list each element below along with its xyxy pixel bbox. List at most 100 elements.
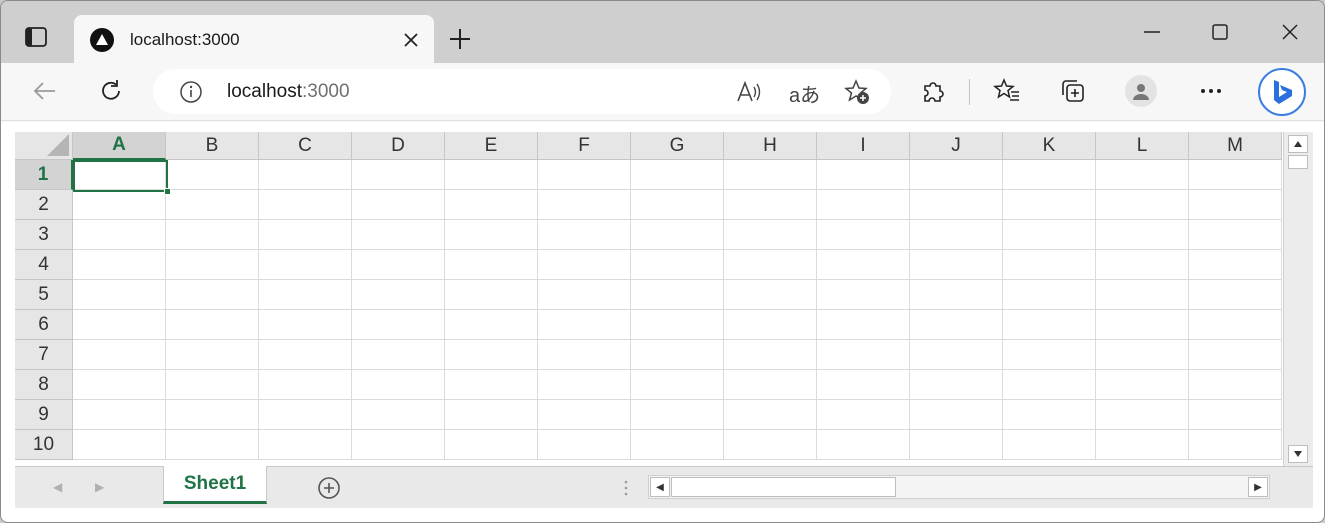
scroll-down-icon[interactable]	[1288, 445, 1308, 463]
grid-cell[interactable]	[445, 370, 538, 400]
column-header[interactable]: C	[259, 132, 352, 160]
vertical-scroll-thumb[interactable]	[1288, 155, 1308, 169]
grid-cell[interactable]	[1003, 250, 1096, 280]
grid-cell[interactable]	[1189, 220, 1282, 250]
grid-cell[interactable]	[352, 430, 445, 460]
scroll-right-icon[interactable]: ▶	[1248, 477, 1268, 497]
grid-cell[interactable]	[166, 160, 259, 190]
grid-cell[interactable]	[1189, 190, 1282, 220]
grid-cell[interactable]	[1189, 370, 1282, 400]
grid-cell[interactable]	[352, 340, 445, 370]
grid-cell[interactable]	[352, 400, 445, 430]
grid-cell[interactable]	[538, 310, 631, 340]
grid-cell[interactable]	[445, 400, 538, 430]
grid-cell[interactable]	[1003, 160, 1096, 190]
grid-cell[interactable]	[73, 280, 166, 310]
row-header[interactable]: 6	[15, 310, 73, 340]
grid-cell[interactable]	[73, 160, 166, 190]
next-sheet-icon[interactable]: ▶	[95, 480, 104, 494]
grid-cell[interactable]	[166, 190, 259, 220]
row-header[interactable]: 4	[15, 250, 73, 280]
grid-cell[interactable]	[724, 310, 817, 340]
grid-cell[interactable]	[445, 220, 538, 250]
grid-cell[interactable]	[445, 250, 538, 280]
grid-cell[interactable]	[445, 280, 538, 310]
grid-cell[interactable]	[538, 280, 631, 310]
grid-cell[interactable]	[1096, 370, 1189, 400]
grid-cell[interactable]	[538, 160, 631, 190]
grid-cell[interactable]	[445, 160, 538, 190]
grid-cell[interactable]	[910, 430, 1003, 460]
grid-cell[interactable]	[1096, 430, 1189, 460]
grid-cell[interactable]	[352, 250, 445, 280]
grid-cell[interactable]	[817, 280, 910, 310]
grid-cell[interactable]	[631, 340, 724, 370]
vertical-scrollbar[interactable]	[1283, 132, 1313, 466]
grid-cell[interactable]	[631, 190, 724, 220]
grid-cell[interactable]	[538, 400, 631, 430]
grid-cell[interactable]	[166, 340, 259, 370]
column-header[interactable]: J	[910, 132, 1003, 160]
grid-cell[interactable]	[1003, 340, 1096, 370]
tab-close-icon[interactable]	[402, 31, 420, 49]
grid-cell[interactable]	[445, 430, 538, 460]
grid-cell[interactable]	[1003, 430, 1096, 460]
grid-cell[interactable]	[352, 220, 445, 250]
read-aloud-icon[interactable]	[735, 78, 763, 111]
grid-cell[interactable]	[73, 370, 166, 400]
grid-cell[interactable]	[259, 280, 352, 310]
grid-cell[interactable]	[1189, 340, 1282, 370]
grid-cell[interactable]	[724, 370, 817, 400]
grid-cell[interactable]	[259, 250, 352, 280]
column-header[interactable]: A	[73, 132, 166, 160]
column-header[interactable]: I	[817, 132, 910, 160]
add-sheet-icon[interactable]	[317, 476, 341, 500]
grid-cell[interactable]	[910, 370, 1003, 400]
grid-cell[interactable]	[631, 220, 724, 250]
grid-cell[interactable]	[1003, 310, 1096, 340]
grid-cell[interactable]	[352, 370, 445, 400]
grid-cell[interactable]	[73, 400, 166, 430]
add-favorite-icon[interactable]	[843, 78, 871, 111]
grid-cell[interactable]	[1003, 190, 1096, 220]
grid-cell[interactable]	[73, 190, 166, 220]
row-header[interactable]: 7	[15, 340, 73, 370]
grid-cell[interactable]	[166, 220, 259, 250]
scroll-left-icon[interactable]: ◀	[650, 477, 670, 497]
column-header[interactable]: M	[1189, 132, 1282, 160]
column-header[interactable]: B	[166, 132, 259, 160]
grid-cell[interactable]	[910, 280, 1003, 310]
grid-cell[interactable]	[1189, 280, 1282, 310]
grid-cell[interactable]	[166, 280, 259, 310]
grid-cell[interactable]	[1096, 250, 1189, 280]
grid-cell[interactable]	[1096, 400, 1189, 430]
grid-cell[interactable]	[73, 310, 166, 340]
grid-cell[interactable]	[724, 280, 817, 310]
browser-tab[interactable]: localhost:3000	[74, 15, 434, 63]
grid-cell[interactable]	[910, 190, 1003, 220]
grid-cell[interactable]	[1096, 340, 1189, 370]
grid-cell[interactable]	[817, 370, 910, 400]
grid-cell[interactable]	[631, 250, 724, 280]
back-icon[interactable]	[31, 77, 59, 105]
grid-cell[interactable]	[259, 190, 352, 220]
row-header[interactable]: 3	[15, 220, 73, 250]
grid-cell[interactable]	[1189, 400, 1282, 430]
sheet-tab[interactable]: Sheet1	[163, 466, 267, 504]
grid-cell[interactable]	[631, 310, 724, 340]
row-header[interactable]: 9	[15, 400, 73, 430]
horizontal-scroll-thumb[interactable]	[671, 477, 896, 497]
minimize-icon[interactable]	[1141, 21, 1163, 43]
grid-cell[interactable]	[910, 340, 1003, 370]
grid-cell[interactable]	[73, 340, 166, 370]
new-tab-icon[interactable]	[447, 26, 473, 52]
column-header[interactable]: G	[631, 132, 724, 160]
refresh-icon[interactable]	[97, 77, 125, 105]
favorites-icon[interactable]	[993, 77, 1021, 105]
grid-cell[interactable]	[445, 190, 538, 220]
grid-cell[interactable]	[817, 160, 910, 190]
close-icon[interactable]	[1279, 21, 1301, 43]
column-header[interactable]: D	[352, 132, 445, 160]
grid-cell[interactable]	[352, 160, 445, 190]
grid-cell[interactable]	[910, 250, 1003, 280]
